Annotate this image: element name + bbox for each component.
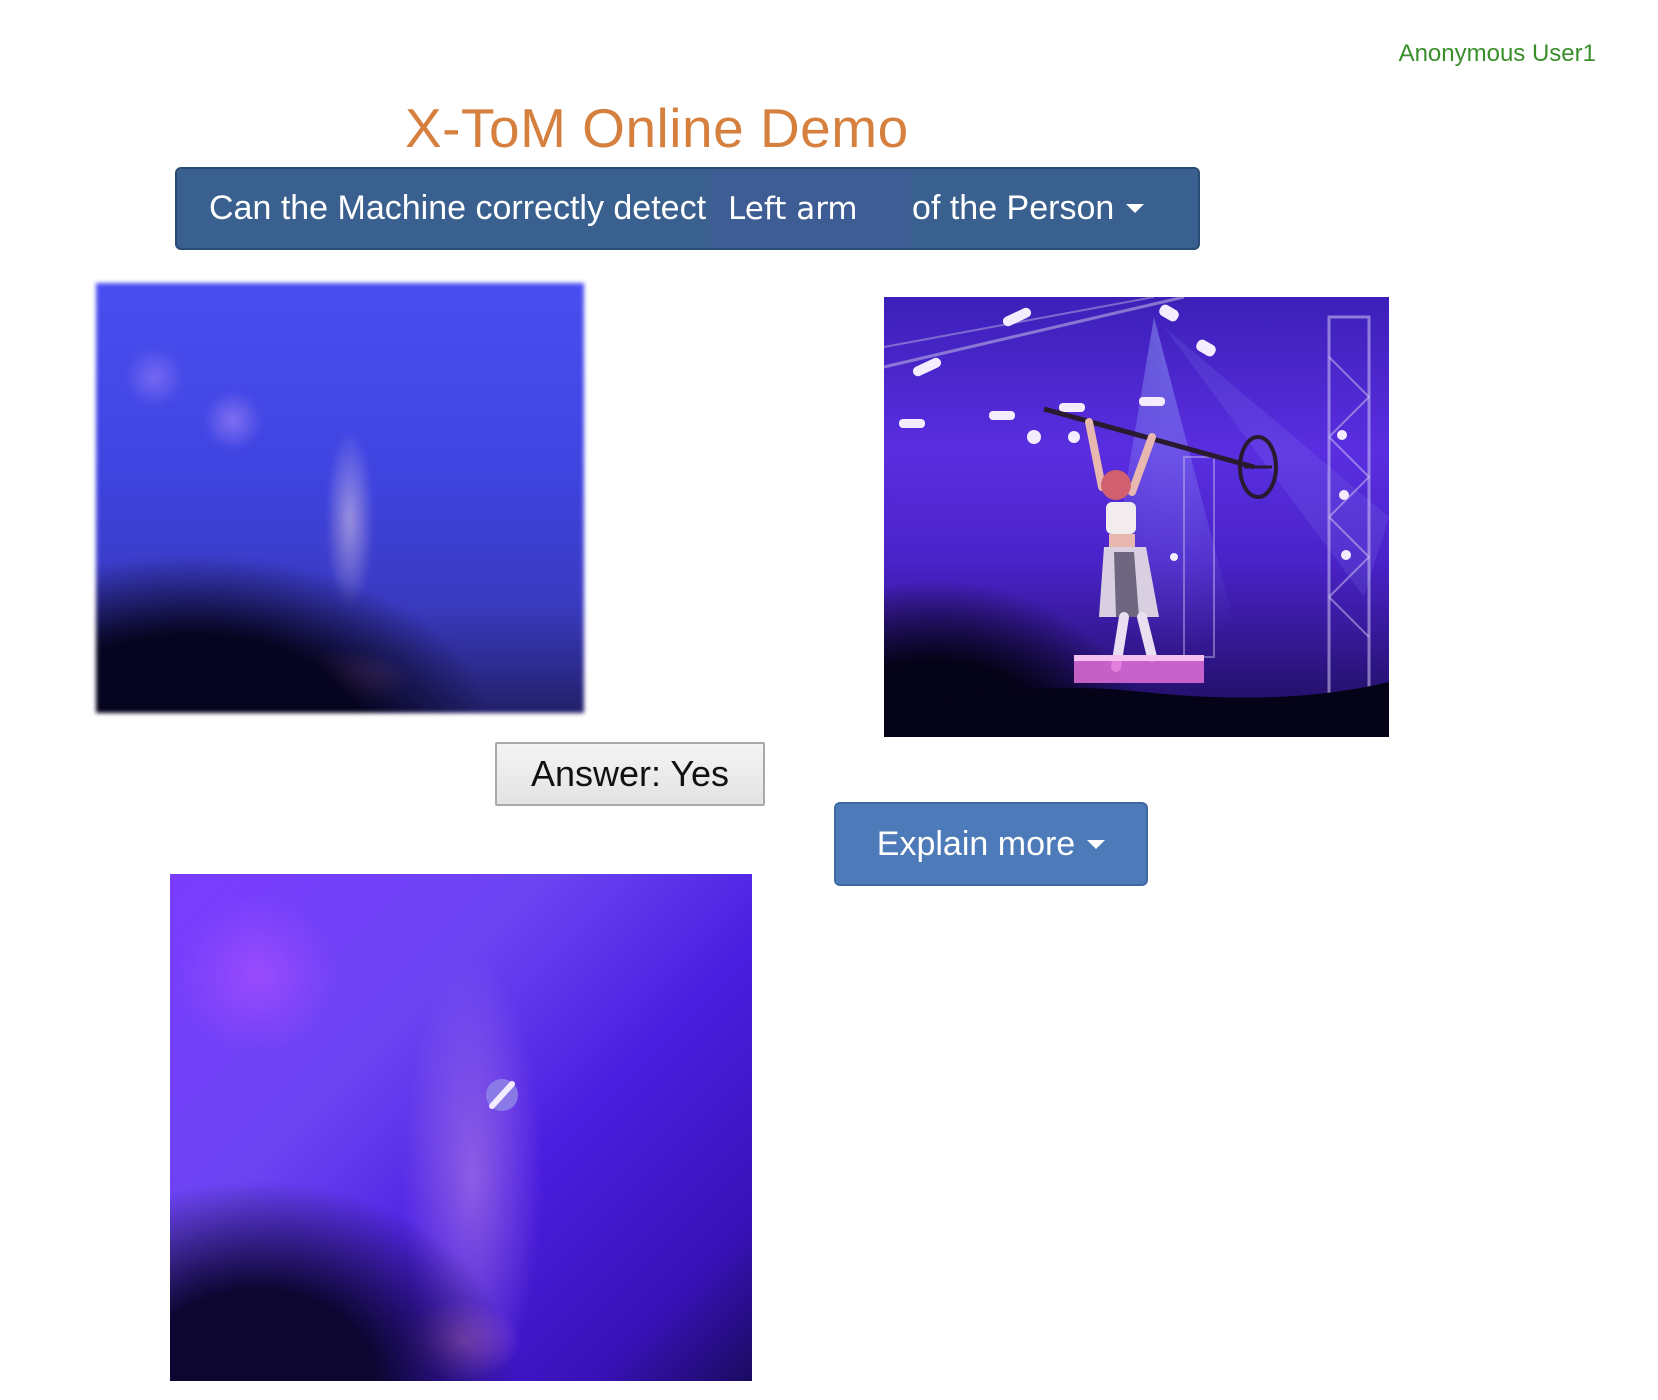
question-dropdown-button[interactable]: Can the Machine correctly detect Left ar… — [175, 167, 1200, 250]
caret-down-icon — [1087, 839, 1106, 849]
body-part-select[interactable]: Left arm — [710, 169, 911, 248]
page-title: X-ToM Online Demo — [405, 97, 909, 159]
explain-more-button[interactable]: Explain more — [834, 802, 1148, 886]
caret-down-icon — [1126, 204, 1145, 213]
answer-button[interactable]: Answer: Yes — [495, 742, 765, 806]
explain-more-label: Explain more — [876, 824, 1076, 863]
question-suffix: of the Person — [912, 189, 1115, 227]
original-stage-photo — [884, 297, 1389, 737]
blurred-explanation-image — [96, 283, 584, 713]
demo-page: Anonymous User1 X-ToM Online Demo Can th… — [0, 0, 1658, 1400]
stage-photo-graphic — [884, 297, 1389, 737]
question-prefix: Can the Machine correctly detect — [209, 189, 707, 227]
saliency-highlight — [486, 1079, 518, 1111]
saliency-map-image — [170, 874, 752, 1381]
user-label[interactable]: Anonymous User1 — [1399, 40, 1596, 68]
